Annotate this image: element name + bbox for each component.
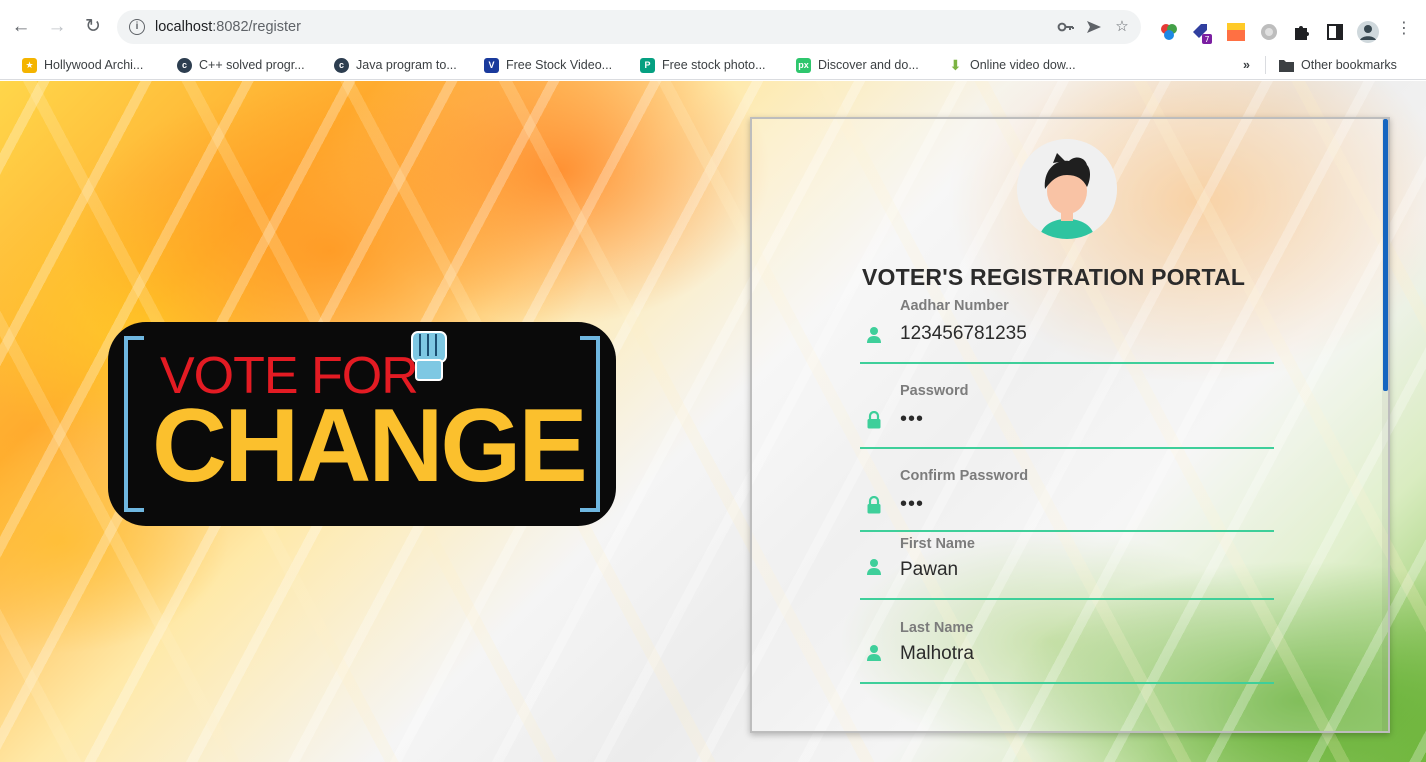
bookmark-item[interactable]: P Free stock photo... [640, 56, 766, 74]
password-label: Password [900, 383, 969, 399]
scrollbar-thumb[interactable] [1383, 119, 1388, 391]
raised-fist-icon [411, 331, 447, 381]
download-icon: ⬇ [949, 56, 962, 73]
tag-extension-icon[interactable]: 7 [1191, 22, 1212, 44]
bookmarks-overflow-button[interactable]: » [1243, 56, 1250, 74]
page-title: VOTER'S REGISTRATION PORTAL [862, 264, 1246, 290]
bookmark-item[interactable]: px Discover and do... [796, 56, 919, 74]
profile-avatar-icon[interactable] [1356, 20, 1379, 43]
user-icon [867, 327, 881, 343]
hollywood-icon: ★ [22, 57, 37, 73]
last-name-field: Last Name [860, 620, 1274, 684]
pixabay-icon: px [796, 57, 811, 73]
aadhar-input[interactable] [900, 320, 1260, 348]
last-name-label: Last Name [900, 620, 974, 636]
puzzle-extensions-icon[interactable] [1291, 22, 1311, 42]
first-name-input[interactable] [900, 556, 1260, 584]
star-icon[interactable]: ☆ [1113, 18, 1131, 36]
bookmark-item[interactable]: c C++ solved progr... [177, 56, 305, 74]
user-icon [867, 559, 881, 575]
last-name-input[interactable] [900, 640, 1260, 668]
logo-line-2: CHANGE [152, 388, 588, 504]
bookmark-item[interactable]: ⬇ Online video dow... [948, 56, 1076, 74]
videvo-icon: V [484, 57, 499, 73]
grey-extension-icon[interactable] [1259, 22, 1279, 42]
reload-icon[interactable]: ↻ [82, 16, 104, 38]
side-panel-icon[interactable] [1325, 22, 1345, 42]
aadhar-label: Aadhar Number [900, 298, 1009, 314]
logo-left-bracket [124, 336, 144, 512]
first-name-label: First Name [900, 536, 975, 552]
bookmark-item[interactable]: ★ Hollywood Archi... [22, 56, 143, 74]
bookmark-item[interactable]: c Java program to... [334, 56, 457, 74]
lock-icon [867, 411, 881, 429]
card-scrollbar[interactable] [1382, 119, 1388, 731]
lock-icon [867, 496, 881, 514]
key-icon[interactable] [1057, 18, 1075, 36]
color-picker-extension-icon[interactable] [1226, 22, 1246, 42]
aadhar-field: Aadhar Number [860, 298, 1274, 364]
user-avatar-icon [1017, 139, 1117, 239]
folder-icon [1279, 58, 1294, 73]
user-icon [867, 645, 881, 661]
codeforwin-icon: c [177, 57, 192, 73]
send-icon[interactable] [1085, 18, 1103, 36]
avatar [1017, 139, 1117, 239]
bookmarks-bar: ★ Hollywood Archi... c C++ solved progr.… [0, 50, 1426, 80]
browser-toolbar: ← → ↻ i localhost:8082/register ☆ 7 ⋮ [0, 0, 1426, 50]
other-bookmarks-button[interactable]: Other bookmarks [1279, 56, 1397, 74]
password-input[interactable] [900, 405, 1260, 433]
back-arrow-icon[interactable]: ← [10, 16, 32, 38]
password-field: Password [860, 383, 1274, 449]
bookmark-item[interactable]: V Free Stock Video... [484, 56, 612, 74]
confirm-password-label: Confirm Password [900, 468, 1029, 484]
url-text[interactable]: localhost:8082/register [155, 19, 301, 35]
page-background: VOTE FOR CHANGE VOTER'S REGISTRATION POR… [0, 81, 1426, 762]
confirm-password-field: Confirm Password [860, 468, 1274, 532]
bookmarks-divider [1265, 56, 1266, 74]
pexels-icon: P [640, 57, 655, 73]
forward-arrow-icon[interactable]: → [46, 16, 68, 38]
colorful-extension-icon[interactable] [1159, 22, 1179, 42]
menu-kebab-icon[interactable]: ⋮ [1393, 18, 1415, 40]
first-name-field: First Name [860, 536, 1274, 600]
confirm-password-input[interactable] [900, 490, 1260, 518]
vote-for-change-logo: VOTE FOR CHANGE [108, 322, 616, 526]
codeforwin-icon: c [334, 57, 349, 73]
site-info-icon[interactable]: i [129, 19, 145, 35]
svg-text:7: 7 [1204, 35, 1209, 44]
registration-card: VOTER'S REGISTRATION PORTAL Aadhar Numbe… [750, 117, 1390, 733]
address-bar[interactable]: i localhost:8082/register ☆ [117, 10, 1141, 44]
